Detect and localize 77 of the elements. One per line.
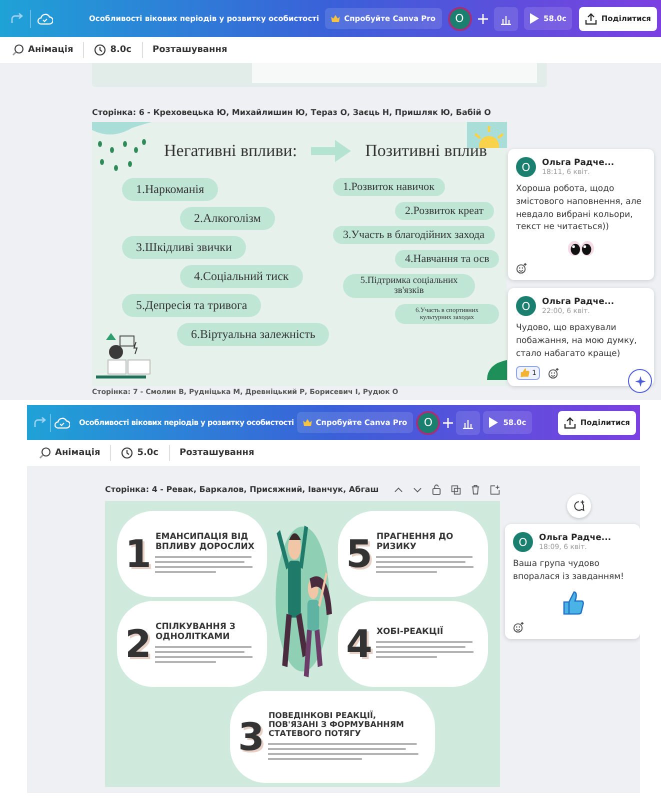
user-avatar: О	[513, 532, 533, 552]
add-page-icon[interactable]	[490, 484, 500, 494]
positive-influence-label: 1.Розвиток навичок	[333, 178, 445, 196]
animation-icon	[39, 447, 51, 459]
negative-influence-label: 4.Соціальний тиск	[180, 265, 303, 288]
right-arrow-icon	[311, 140, 352, 162]
comment-text: Чудово, що врахували побажання, на мою думку, стало набагато краще)	[516, 322, 638, 360]
section-number: 4	[346, 622, 372, 666]
section-heading: ПРАГНЕННЯ ДО РИЗИКУ	[376, 533, 454, 552]
assistant-button[interactable]	[628, 369, 652, 393]
chevron-up-icon[interactable]	[394, 486, 403, 492]
lock-icon[interactable]	[432, 484, 441, 495]
section-heading: СПІЛКУВАННЯ З ОДНОЛІТКАМИ	[155, 623, 236, 642]
negative-influence-label: 2.Алкоголізм	[180, 207, 275, 230]
analytics-button[interactable]	[494, 6, 518, 30]
page-title: Сторінка: 4 - Ревак, Баркалов, Присяжний, Іванчук, Абгаш	[105, 485, 379, 494]
user-avatar[interactable]: О	[448, 6, 472, 30]
positive-influence-label: 2.Розвиток креат	[395, 202, 494, 220]
positive-influence-label: 5.Підтримка соціальних зв'язків	[343, 274, 475, 298]
play-icon	[489, 417, 498, 428]
play-icon	[530, 13, 539, 24]
animation-button[interactable]: Анімація	[37, 445, 102, 461]
negative-influence-label: 6.Віртуальна залежність	[177, 323, 330, 346]
comment-text: Хороша робота, щодо змістового наповнення, але невдало вибрані кольори, текст не читається))	[516, 183, 643, 234]
animation-button[interactable]: Анімація	[10, 42, 76, 58]
crown-icon	[302, 419, 312, 426]
section-heading: ЕМАНСИПАЦІЯ ВІД ВПЛИВУ ДОРОСЛИХ	[155, 533, 256, 552]
negative-influence-label: 1.Наркоманія	[122, 178, 218, 201]
add-reaction-icon[interactable]	[513, 622, 524, 632]
thumbs-up-sticker-icon	[560, 590, 584, 616]
upload-icon	[564, 416, 576, 428]
corner-leaf-drawing	[487, 360, 507, 380]
comment-text: Ваша група чудово впоралася із завданням!	[513, 558, 625, 584]
comment-plus-icon	[573, 500, 585, 512]
cloud-check-icon[interactable]	[54, 416, 70, 428]
animation-icon	[12, 44, 24, 56]
sparkle-icon	[634, 376, 646, 386]
slide-heading: Негативні впливи:	[164, 141, 298, 161]
section-number: 5	[346, 532, 372, 576]
section-number: 2	[125, 622, 152, 666]
crown-icon	[331, 15, 340, 22]
section-number: 3	[238, 715, 264, 759]
comment-author: Ольга Радче...	[542, 297, 614, 307]
plus-icon[interactable]	[478, 14, 488, 24]
eyes-sticker-icon	[567, 240, 595, 257]
trash-icon[interactable]	[471, 484, 480, 495]
page-title: Сторінка: 6 - Креховецька Ю, Михайлишин Ю, Тераз О, Заєць Н, Пришляк Ю, Бабій О	[92, 108, 491, 117]
user-avatar: О	[516, 296, 536, 316]
timing-button[interactable]: 5.0с	[119, 445, 161, 461]
comment-author: Ольга Радче...	[542, 158, 614, 168]
positive-influence-label: 4.Навчання та осв	[395, 250, 500, 268]
user-avatar: О	[516, 157, 536, 177]
add-reaction-icon[interactable]	[516, 263, 527, 274]
plus-icon[interactable]	[443, 418, 454, 428]
positive-influence-label: 3.Участь в благодійних захода	[333, 226, 495, 244]
user-avatar[interactable]: О	[416, 410, 440, 434]
clock-icon	[94, 44, 106, 56]
upload-icon	[585, 12, 598, 24]
section-heading: ПОВЕДІНКОВІ РЕАКЦІЇ, ПОВ'ЯЗАНІ З ФОРМУВАННЯМ СТАТЕВОГО ПОТЯГУ	[268, 712, 405, 739]
position-button[interactable]: Розташування	[178, 446, 256, 460]
negative-influence-label: 5.Депресія та тривога	[122, 294, 262, 317]
timing-button[interactable]: 8.0с	[92, 42, 134, 58]
comment-author: Ольга Радче...	[539, 533, 612, 543]
add-comment-button[interactable]	[567, 494, 591, 518]
analytics-button[interactable]	[456, 410, 480, 434]
duplicate-icon[interactable]	[451, 484, 461, 494]
section-number: 1	[125, 532, 152, 576]
cloud-check-icon[interactable]	[37, 12, 53, 24]
position-button[interactable]: Розташування	[150, 43, 230, 57]
thumbs-up-icon	[520, 368, 530, 378]
negative-influence-label: 3.Шкідливі звички	[122, 236, 246, 259]
clock-icon	[121, 447, 134, 459]
add-reaction-icon[interactable]	[548, 368, 560, 379]
slide-heading: Позитивні вплив	[365, 141, 488, 161]
section-heading: ХОБІ-РЕАКЦІЇ	[376, 628, 444, 638]
chevron-down-icon[interactable]	[413, 486, 422, 492]
sun-drawing	[467, 122, 507, 148]
